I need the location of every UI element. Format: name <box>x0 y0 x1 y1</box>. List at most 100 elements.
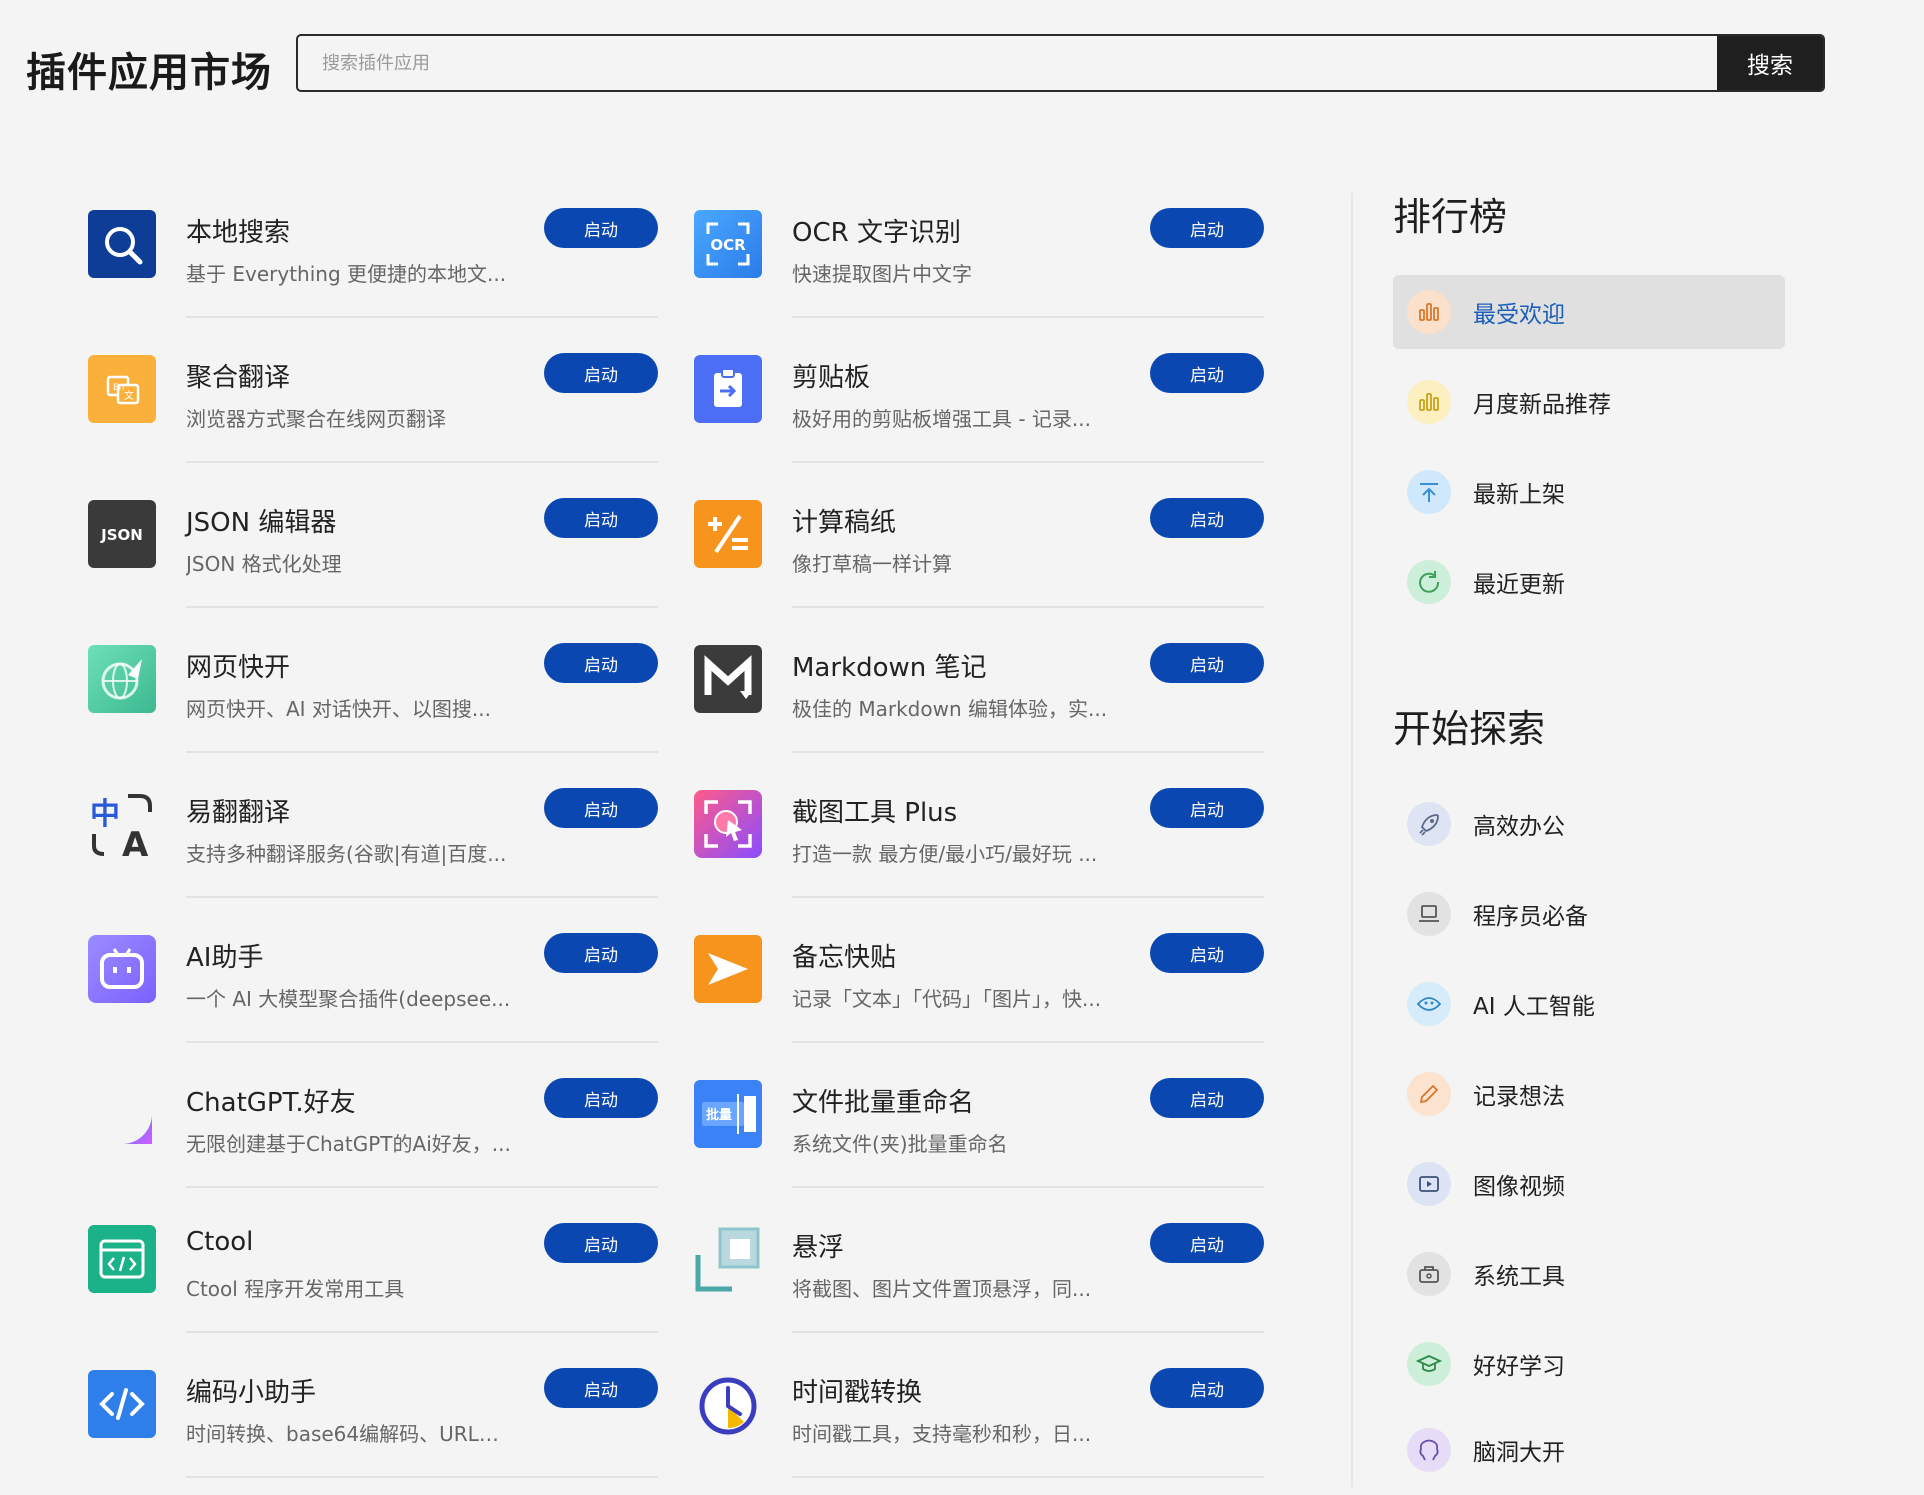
divider <box>186 316 658 318</box>
ocr-icon: OCR <box>694 210 762 278</box>
divider <box>792 1041 1264 1043</box>
star-memo-icon <box>694 935 762 1003</box>
divider <box>792 461 1264 463</box>
explore-item-office[interactable]: 高效办公 <box>1393 787 1785 861</box>
plugin-name: 网页快开 <box>186 653 291 683</box>
refresh-icon <box>1407 560 1451 604</box>
plugin-card[interactable]: 截图工具 Plus 打造一款 最方便/最小巧/最好玩 ... 启动 <box>694 770 1294 915</box>
globe-rocket-icon <box>88 645 156 713</box>
launch-button[interactable]: 启动 <box>1150 933 1264 973</box>
plugin-card[interactable]: 批量 文件批量重命名 系统文件(夹)批量重命名 启动 <box>694 1060 1294 1205</box>
divider <box>186 606 658 608</box>
launch-button[interactable]: 启动 <box>1150 643 1264 683</box>
pencil-icon <box>1407 1072 1451 1116</box>
explore-item-brainstorm[interactable]: 脑洞大开 <box>1393 1413 1785 1487</box>
launch-button[interactable]: 启动 <box>1150 498 1264 538</box>
launch-button[interactable]: 启动 <box>544 208 658 248</box>
calculator-icon <box>694 500 762 568</box>
nav-label: 高效办公 <box>1473 814 1565 840</box>
search-input[interactable] <box>298 36 1715 90</box>
code-brackets-icon <box>88 1370 156 1438</box>
ranking-item-monthly-new[interactable]: 月度新品推荐 <box>1393 365 1785 439</box>
plugin-card[interactable]: 悬浮 将截图、图片文件置顶悬浮，同... 启动 <box>694 1205 1294 1350</box>
nav-label: 系统工具 <box>1473 1264 1565 1290</box>
svg-text:OCR: OCR <box>710 236 746 254</box>
bar-chart-icon <box>1407 380 1451 424</box>
launch-button[interactable]: 启动 <box>1150 788 1264 828</box>
plugin-card[interactable]: AI助手 一个 AI 大模型聚合插件(deepsee... 启动 <box>88 915 688 1060</box>
plugin-desc: 快速提取图片中文字 <box>792 262 972 286</box>
explore-item-ideas[interactable]: 记录想法 <box>1393 1057 1785 1131</box>
divider <box>186 1186 658 1188</box>
plugin-card[interactable]: 编码小助手 时间转换、base64编解码、URL编... 启动 <box>88 1350 688 1495</box>
plugin-card[interactable]: ChatGPT.好友 无限创建基于ChatGPT的Ai好友，... 启动 <box>88 1060 688 1205</box>
launch-button[interactable]: 启动 <box>544 1223 658 1263</box>
divider <box>186 751 658 753</box>
nav-label: 月度新品推荐 <box>1473 392 1611 418</box>
clipboard-icon <box>694 355 762 423</box>
nav-label: 图像视频 <box>1473 1174 1565 1200</box>
plugin-desc: 极好用的剪贴板增强工具 - 记录... <box>792 407 1092 431</box>
launch-button[interactable]: 启动 <box>544 933 658 973</box>
nav-label: 最新上架 <box>1473 482 1565 508</box>
plugin-name: 截图工具 Plus <box>792 798 958 828</box>
plugin-name: Ctool <box>186 1227 254 1257</box>
launch-button[interactable]: 启动 <box>1150 1223 1264 1263</box>
plugin-desc: 像打草稿一样计算 <box>792 552 952 576</box>
chatgpt-friend-icon <box>88 1080 156 1148</box>
explore-item-media[interactable]: 图像视频 <box>1393 1147 1785 1221</box>
ranking-item-newest[interactable]: 最新上架 <box>1393 455 1785 529</box>
eye-icon <box>1407 982 1451 1026</box>
plugin-name: 本地搜索 <box>186 218 291 248</box>
plugin-card[interactable]: Markdown 笔记 极佳的 Markdown 编辑体验，实... 启动 <box>694 625 1294 770</box>
launch-button[interactable]: 启动 <box>1150 1078 1264 1118</box>
launch-button[interactable]: 启动 <box>544 788 658 828</box>
explore-item-ai[interactable]: AI 人工智能 <box>1393 967 1785 1041</box>
launch-button[interactable]: 启动 <box>544 353 658 393</box>
svg-text:En: En <box>113 383 124 393</box>
launch-button[interactable]: 启动 <box>1150 208 1264 248</box>
plugin-card[interactable]: 时间戳转换 时间戳工具，支持毫秒和秒，日... 启动 <box>694 1350 1294 1495</box>
plugin-card[interactable]: 计算稿纸 像打草稿一样计算 启动 <box>694 480 1294 625</box>
graduation-cap-icon <box>1407 1342 1451 1386</box>
plugin-card[interactable]: En 文 聚合翻译 浏览器方式聚合在线网页翻译 启动 <box>88 335 688 480</box>
plugin-desc: 时间转换、base64编解码、URL编... <box>186 1422 516 1446</box>
explore-item-system-tools[interactable]: 系统工具 <box>1393 1237 1785 1311</box>
plugin-desc: Ctool 程序开发常用工具 <box>186 1277 405 1301</box>
launch-button[interactable]: 启动 <box>544 1078 658 1118</box>
plugin-name: 计算稿纸 <box>792 508 897 538</box>
search-button[interactable]: 搜索 <box>1717 36 1823 90</box>
markdown-icon <box>694 645 762 713</box>
plugin-desc: 无限创建基于ChatGPT的Ai好友，... <box>186 1132 511 1156</box>
plugin-name: 聚合翻译 <box>186 363 291 393</box>
svg-text:中: 中 <box>90 797 120 832</box>
plugin-card[interactable]: 中A 易翻翻译 支持多种翻译服务(谷歌|有道|百度... 启动 <box>88 770 688 915</box>
launch-button[interactable]: 启动 <box>544 1368 658 1408</box>
divider <box>792 751 1264 753</box>
plugin-card[interactable]: Ctool Ctool 程序开发常用工具 启动 <box>88 1205 688 1350</box>
zh-a-translate-icon: 中A <box>88 790 156 858</box>
explore-item-study[interactable]: 好好学习 <box>1393 1327 1785 1401</box>
ranking-item-most-popular[interactable]: 最受欢迎 <box>1393 275 1785 349</box>
json-icon: JSON <box>88 500 156 568</box>
plugin-desc: 极佳的 Markdown 编辑体验，实... <box>792 697 1108 721</box>
launch-button[interactable]: 启动 <box>544 643 658 683</box>
launch-button[interactable]: 启动 <box>1150 1368 1264 1408</box>
plugin-card[interactable]: 本地搜索 基于 Everything 更便捷的本地文... 启动 <box>88 190 688 335</box>
page-title: 插件应用市场 <box>26 50 272 96</box>
plugin-card[interactable]: 剪贴板 极好用的剪贴板增强工具 - 记录... 启动 <box>694 335 1294 480</box>
plugin-card[interactable]: OCR OCR 文字识别 快速提取图片中文字 启动 <box>694 190 1294 335</box>
plugin-card[interactable]: 备忘快贴 记录「文本」「代码」「图片」，快... 启动 <box>694 915 1294 1060</box>
plugin-card[interactable]: 网页快开 网页快开、AI 对话快开、以图搜... 启动 <box>88 625 688 770</box>
plugin-name: AI助手 <box>186 943 264 973</box>
plugin-name: 编码小助手 <box>186 1378 317 1408</box>
plugin-card[interactable]: JSON JSON 编辑器 JSON 格式化处理 启动 <box>88 480 688 625</box>
plugin-name: Markdown 笔记 <box>792 653 987 683</box>
launch-button[interactable]: 启动 <box>1150 353 1264 393</box>
ranking-item-recent-update[interactable]: 最近更新 <box>1393 545 1785 619</box>
plugin-name: 文件批量重命名 <box>792 1088 975 1118</box>
plugin-desc: 时间戳工具，支持毫秒和秒，日... <box>792 1422 1092 1446</box>
float-window-icon <box>694 1225 762 1293</box>
explore-item-programmer[interactable]: 程序员必备 <box>1393 877 1785 951</box>
launch-button[interactable]: 启动 <box>544 498 658 538</box>
